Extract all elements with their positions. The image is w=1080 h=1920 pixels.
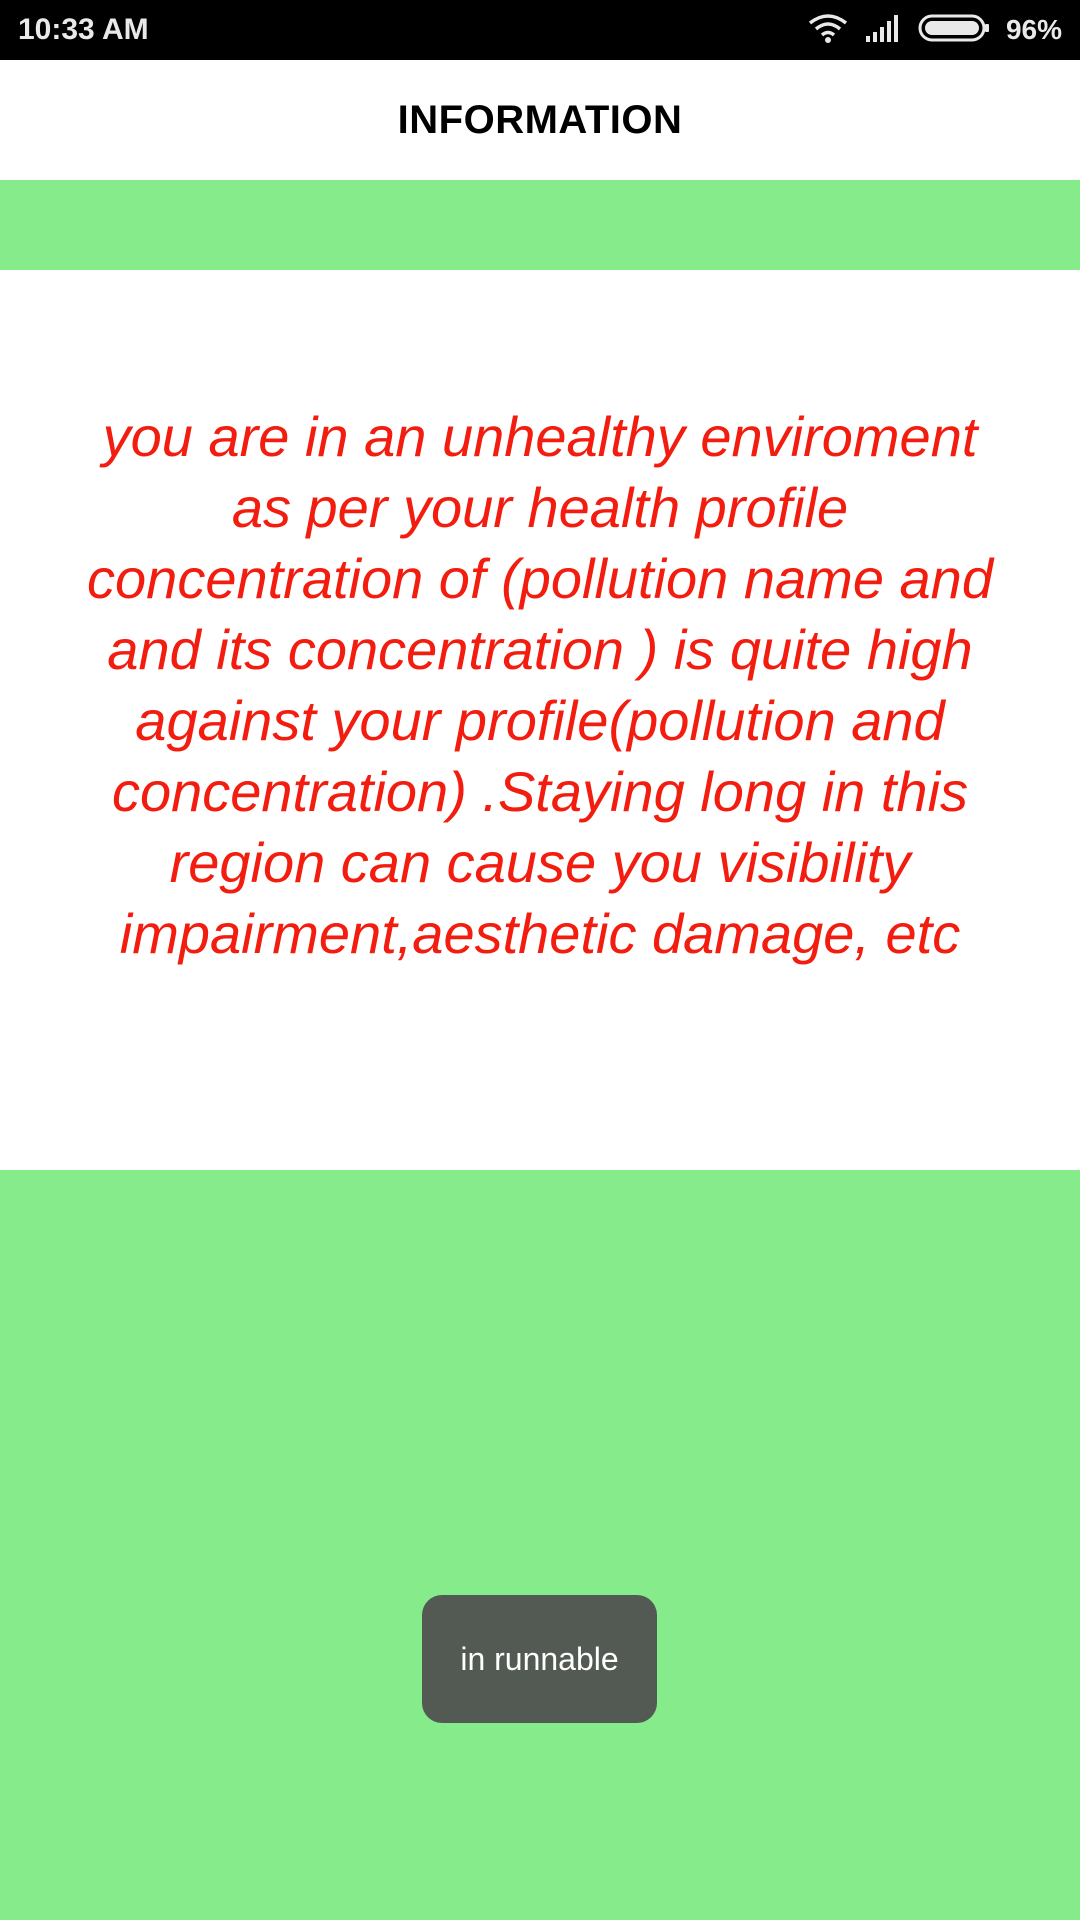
status-bar: 10:33 AM 96%: [0, 0, 1080, 60]
status-icons: 96%: [808, 0, 1062, 60]
battery-percent: 96%: [1005, 14, 1062, 45]
green-bottom-panel: [0, 1170, 1080, 1920]
page-title: INFORMATION: [397, 97, 683, 142]
green-banner: [0, 180, 1080, 270]
wifi-icon: [808, 13, 848, 48]
app-header: INFORMATION: [0, 60, 1080, 180]
health-warning-message: you are in an unhealthy enviroment as pe…: [87, 405, 993, 965]
toast-message: in runnable: [422, 1595, 657, 1723]
battery-icon: [918, 13, 990, 48]
signal-icon: [864, 14, 902, 47]
message-panel: you are in an unhealthy enviroment as pe…: [0, 270, 1080, 1170]
status-time: 10:33 AM: [18, 13, 149, 46]
toast-text: in runnable: [460, 1640, 619, 1677]
